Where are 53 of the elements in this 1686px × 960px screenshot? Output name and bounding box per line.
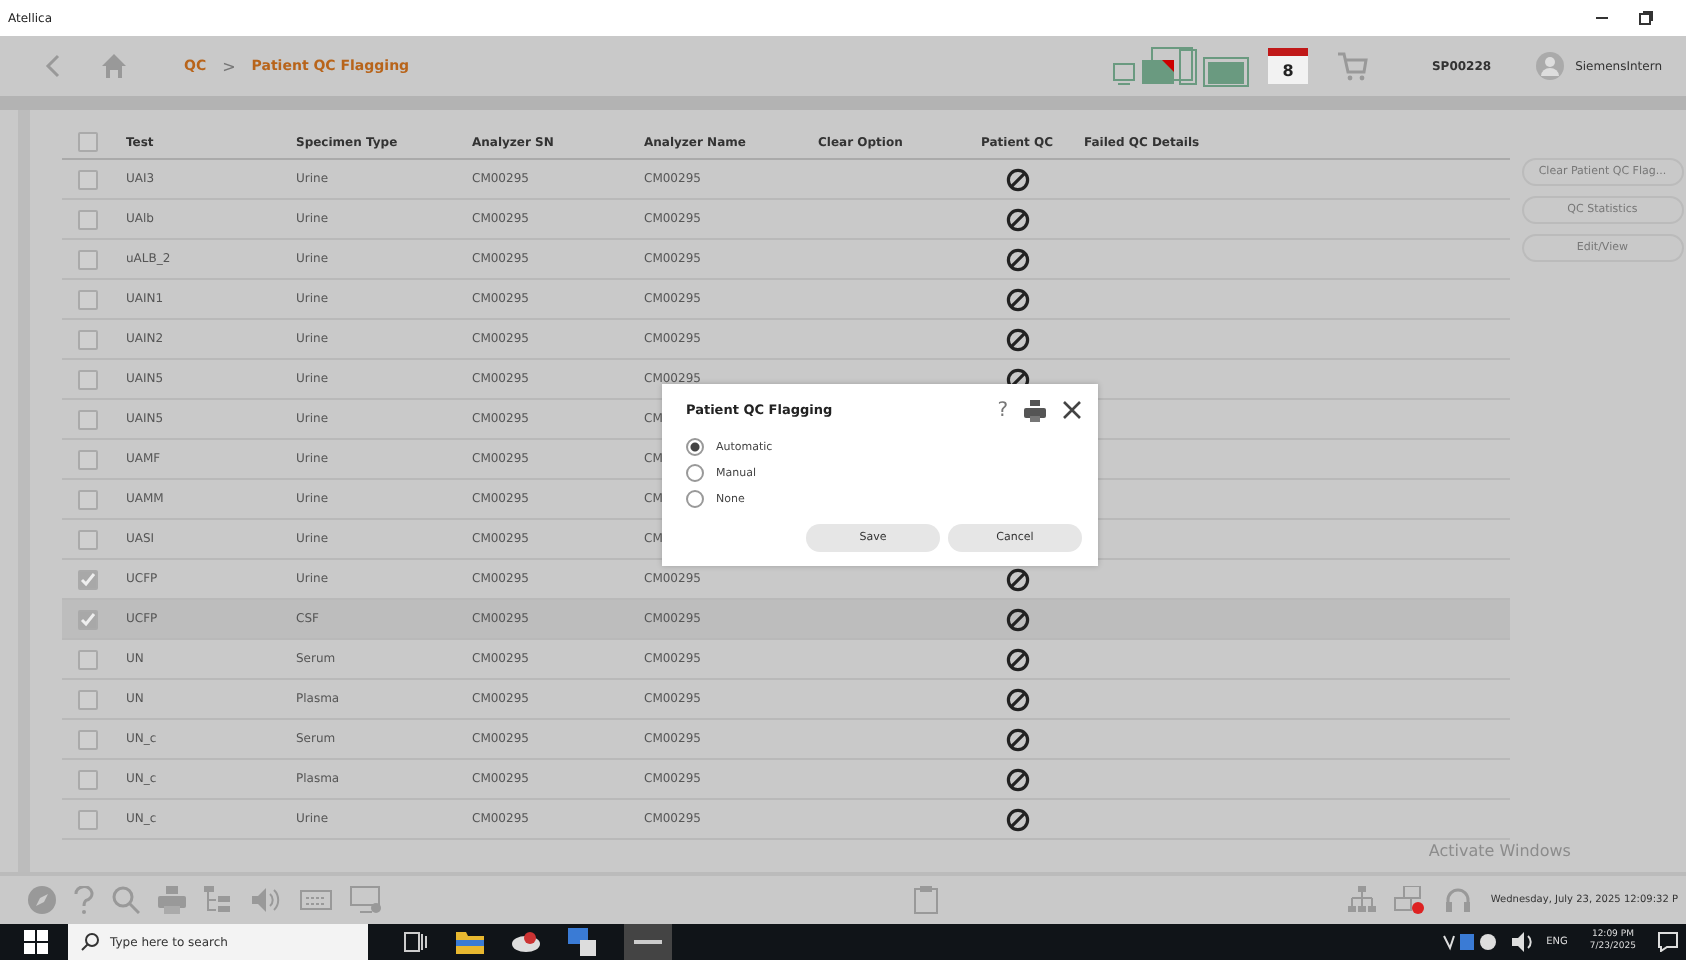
back-icon[interactable] — [44, 54, 64, 78]
connection-error-icon[interactable] — [1394, 886, 1427, 914]
compass-icon[interactable] — [28, 886, 56, 914]
monitor-icon[interactable] — [350, 886, 382, 914]
radio-button[interactable] — [686, 464, 704, 482]
row-checkbox[interactable] — [78, 449, 98, 469]
calendar-button[interactable]: 8 — [1267, 48, 1308, 84]
app-icon[interactable] — [512, 930, 540, 954]
row-checkbox[interactable] — [78, 209, 98, 229]
user-avatar-icon[interactable] — [1535, 52, 1564, 80]
row-checkbox[interactable] — [78, 569, 98, 589]
notification-icon[interactable] — [1658, 932, 1678, 952]
row-checkbox[interactable] — [78, 689, 98, 709]
row-checkbox[interactable] — [78, 609, 98, 629]
active-app-icon[interactable] — [624, 924, 672, 960]
windows-start-icon[interactable] — [24, 930, 48, 954]
speaker-icon[interactable] — [250, 886, 282, 914]
close-icon[interactable] — [1062, 400, 1082, 420]
row-checkbox[interactable] — [78, 169, 98, 189]
row-checkbox[interactable] — [78, 809, 98, 829]
home-icon[interactable] — [100, 52, 128, 80]
cart-icon[interactable] — [1335, 50, 1368, 82]
search-icon[interactable] — [112, 886, 140, 914]
network-computer-icon[interactable] — [568, 928, 596, 956]
restore-icon[interactable] — [1638, 10, 1654, 26]
row-checkbox[interactable] — [78, 329, 98, 349]
network-icon[interactable] — [1348, 886, 1377, 914]
radio-button[interactable] — [686, 490, 704, 508]
row-checkbox[interactable] — [78, 289, 98, 309]
breadcrumb-separator: > — [222, 57, 236, 75]
volume-icon[interactable] — [1512, 932, 1537, 952]
print-icon[interactable] — [1024, 399, 1046, 421]
row-checkbox[interactable] — [78, 249, 98, 269]
clipboard-icon[interactable] — [914, 886, 938, 914]
row-checkbox[interactable] — [78, 409, 98, 429]
row-checkbox[interactable] — [78, 529, 98, 549]
keyboard-icon[interactable] — [300, 890, 332, 910]
select-all-checkbox[interactable] — [78, 132, 98, 152]
row-checkbox[interactable] — [78, 489, 98, 509]
row-checkbox[interactable] — [78, 769, 98, 789]
row-checkbox[interactable] — [78, 729, 98, 749]
row-checkbox[interactable] — [78, 649, 98, 669]
help-icon[interactable] — [74, 886, 94, 914]
help-button[interactable]: ? — [997, 399, 1008, 421]
radio-button[interactable] — [686, 438, 704, 456]
activation-notice: Activate Windows — [1428, 842, 1571, 860]
folder-icon[interactable] — [456, 930, 484, 954]
search-icon — [80, 932, 100, 952]
row-checkbox[interactable] — [78, 369, 98, 389]
tree-icon[interactable] — [204, 886, 232, 914]
system-status-drawing[interactable] — [1111, 44, 1252, 88]
task-view-icon[interactable] — [404, 932, 428, 952]
headset-icon[interactable] — [1444, 886, 1473, 914]
